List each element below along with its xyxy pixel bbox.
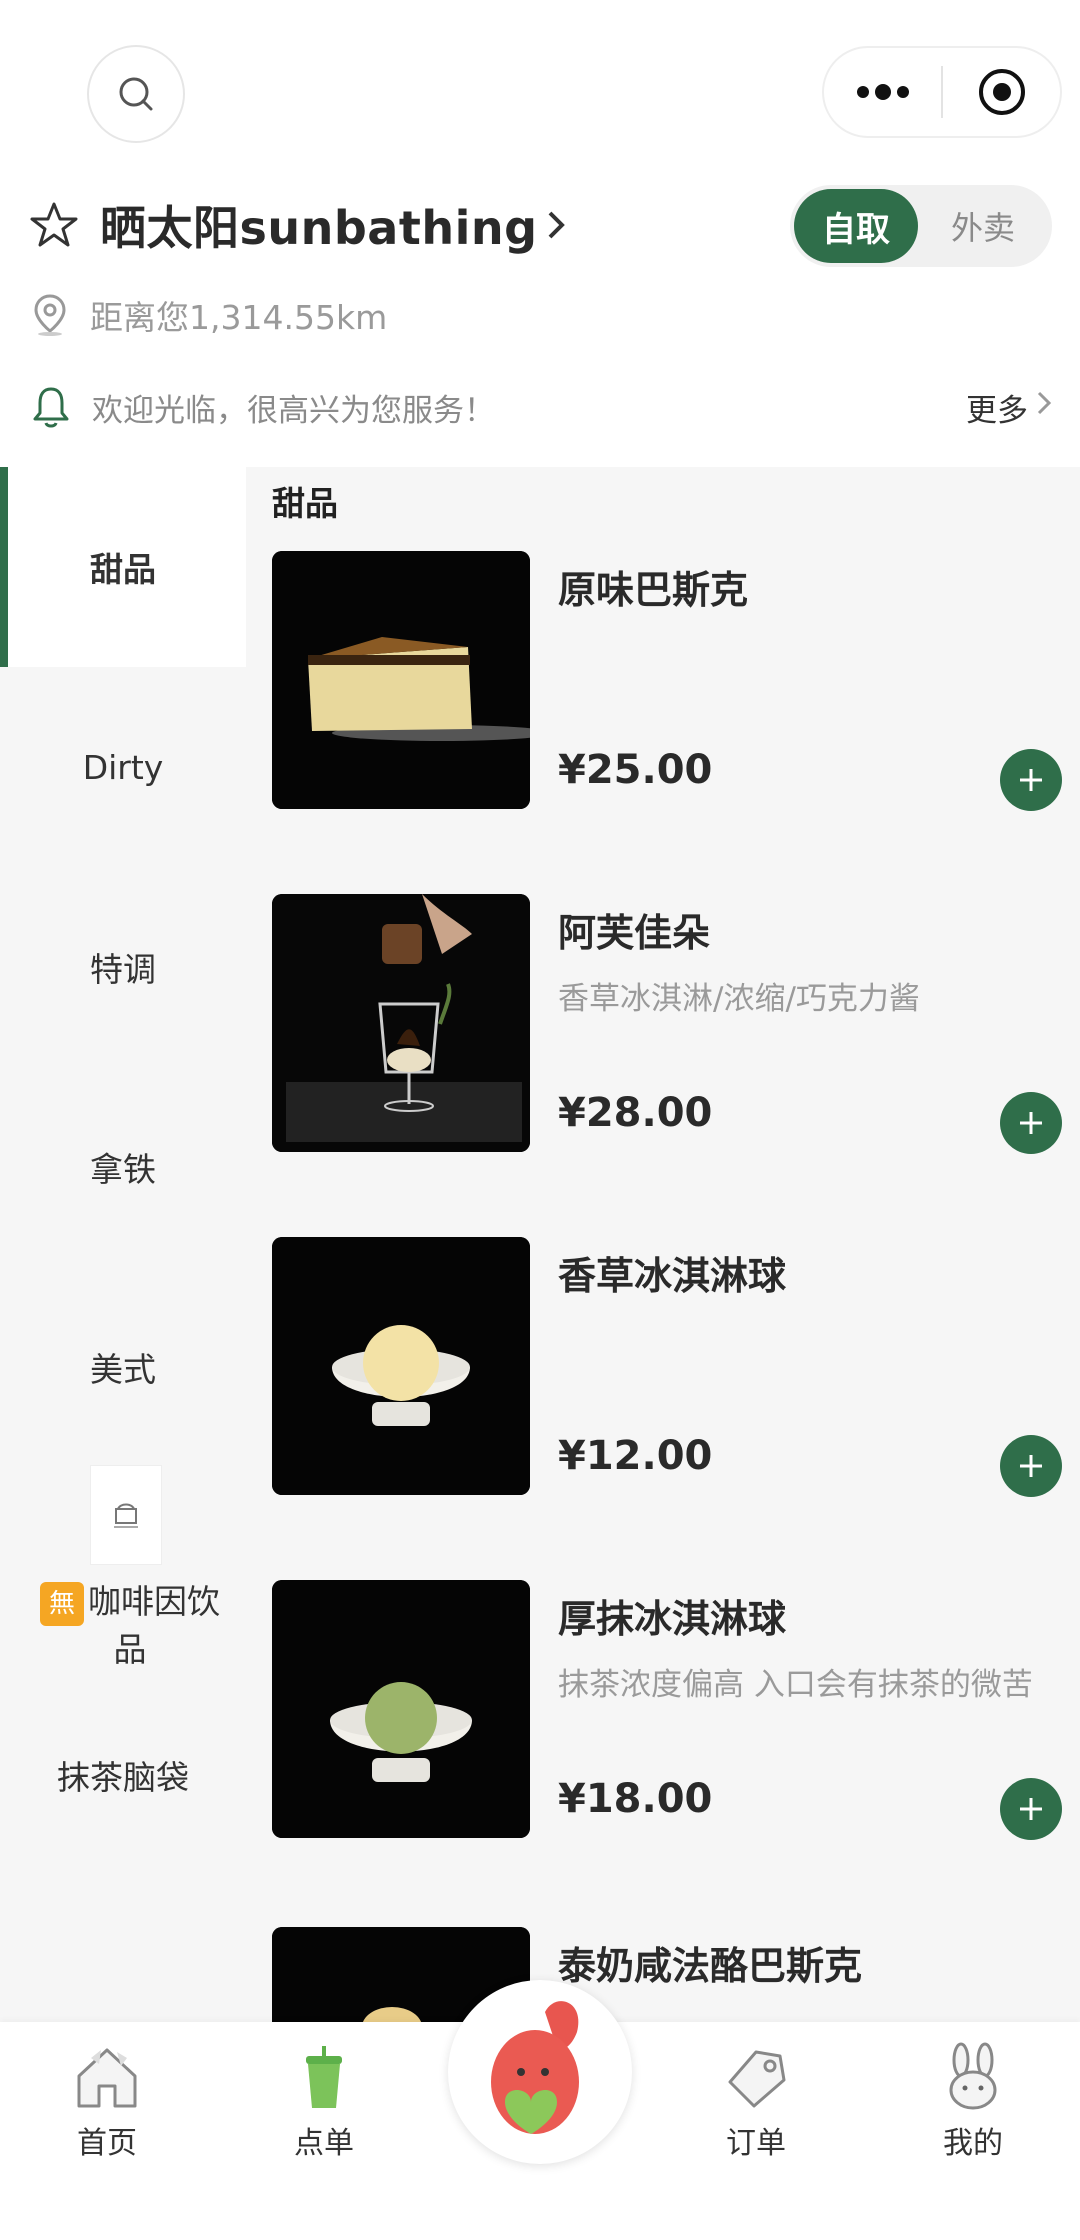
- decaf-badge: 無: [40, 1581, 84, 1626]
- bell-icon: [33, 387, 69, 428]
- tab-mine-label: 我的: [943, 2126, 1003, 2161]
- product-name: 厚抹冰淇淋球: [558, 1597, 787, 1641]
- search-button[interactable]: [87, 45, 185, 143]
- pickup-mode-button[interactable]: 自取: [794, 189, 918, 263]
- favorite-star-icon[interactable]: [30, 201, 78, 249]
- product-image: [272, 894, 530, 1152]
- location-pin-icon: [34, 294, 66, 336]
- store-name[interactable]: 晒太阳sunbathing: [100, 192, 538, 258]
- sidebar-item-latte[interactable]: 拿铁: [0, 1067, 246, 1267]
- add-to-cart-button[interactable]: [1000, 1435, 1062, 1497]
- menu-item[interactable]: 阿芙佳朵 香草冰淇淋/浓缩/巧克力酱 ¥28.00: [272, 894, 1062, 1154]
- logo-sketch-icon: [114, 1503, 138, 1528]
- sidebar-item-matcha[interactable]: 抹茶脑袋: [0, 1675, 246, 1875]
- product-price: ¥25.00: [558, 747, 713, 793]
- close-program-button[interactable]: [943, 48, 1060, 136]
- delivery-mode-button[interactable]: 外卖: [918, 189, 1048, 263]
- more-label: 更多: [966, 392, 1028, 429]
- product-image: [272, 1580, 530, 1838]
- product-name: 泰奶咸法酪巴斯克: [558, 1944, 863, 1988]
- product-price: ¥12.00: [558, 1433, 713, 1479]
- sidebar-item-special[interactable]: 特调: [0, 867, 246, 1067]
- distance-row: 距离您1,314.55km: [32, 290, 387, 340]
- product-description: 香草冰淇淋/浓缩/巧克力酱: [558, 981, 920, 1017]
- tab-mine[interactable]: 我的: [903, 2042, 1043, 2182]
- sidebar-item-label: 咖啡因饮品: [88, 1582, 220, 1669]
- sidebar-item-americano[interactable]: 美式: [0, 1267, 246, 1467]
- tag-icon: [728, 2050, 786, 2108]
- product-name: 香草冰淇淋球: [558, 1254, 787, 1298]
- mascot-center-button[interactable]: [448, 1980, 632, 2164]
- menu-list: 甜品 原味巴斯克 ¥25.00 阿芙佳朵 香草冰淇淋/浓缩/巧克力酱 ¥28.0…: [246, 467, 1080, 2022]
- category-thumbnail-image: [90, 1465, 162, 1565]
- add-to-cart-button[interactable]: [1000, 749, 1062, 811]
- sidebar-item-label: Dirty: [82, 747, 164, 787]
- home-icon: [77, 2048, 137, 2108]
- product-image: [272, 1237, 530, 1495]
- product-price: ¥18.00: [558, 1776, 713, 1822]
- sidebar-item-decaf[interactable]: 無咖啡因饮品: [30, 1578, 230, 1674]
- tab-order-label: 点单: [294, 2126, 354, 2161]
- tab-home-label: 首页: [77, 2126, 137, 2161]
- product-name: 阿芙佳朵: [558, 911, 711, 955]
- product-price: ¥28.00: [558, 1090, 713, 1136]
- menu-item[interactable]: 香草冰淇淋球 ¥12.00: [272, 1237, 1062, 1497]
- menu-item[interactable]: 厚抹冰淇淋球 抹茶浓度偏高 入口会有抹茶的微苦 ¥18.00: [272, 1580, 1062, 1840]
- more-link[interactable]: 更多: [966, 385, 1052, 430]
- sidebar-item-label: 抹茶脑袋: [57, 1758, 189, 1797]
- distance-text: 距离您1,314.55km: [90, 298, 388, 337]
- menu-item[interactable]: 原味巴斯克 ¥25.00: [272, 551, 1062, 811]
- tab-orders[interactable]: 订单: [686, 2042, 826, 2182]
- sidebar-item-label: 特调: [90, 950, 156, 989]
- notice-text: 欢迎光临，很高兴为您服务！: [92, 392, 495, 429]
- menu-item[interactable]: 泰奶咸法酪巴斯克: [272, 1927, 1062, 2022]
- tab-order[interactable]: 点单: [254, 2042, 394, 2182]
- order-mode-toggle: 自取 外卖: [790, 185, 1052, 267]
- more-dots-icon: [856, 84, 909, 100]
- sidebar-item-dessert[interactable]: 甜品: [0, 467, 246, 667]
- mini-program-capsule: [822, 46, 1062, 138]
- product-name: 原味巴斯克: [558, 568, 749, 612]
- sidebar-item-dirty[interactable]: Dirty: [0, 667, 246, 867]
- search-icon: [119, 77, 153, 111]
- bunny-icon: [949, 2042, 997, 2110]
- chevron-right-icon: [1037, 391, 1052, 415]
- sidebar-item-label: 甜品: [90, 550, 156, 589]
- section-title: 甜品: [272, 484, 338, 523]
- notice-bar: 欢迎光临，很高兴为您服务！ 更多: [32, 380, 1052, 434]
- plus-icon: [1020, 1798, 1042, 1820]
- chevron-right-icon: [548, 211, 565, 239]
- rabbit-mascot-icon: [491, 2001, 579, 2134]
- store-header[interactable]: 晒太阳sunbathing: [30, 195, 568, 255]
- add-to-cart-button[interactable]: [1000, 1778, 1062, 1840]
- sidebar-item-label: 美式: [90, 1350, 156, 1389]
- product-description: 抹茶浓度偏高 入口会有抹茶的微苦: [558, 1667, 1033, 1703]
- add-to-cart-button[interactable]: [1000, 1092, 1062, 1154]
- plus-icon: [1020, 1455, 1042, 1477]
- target-icon: [978, 69, 1025, 115]
- product-image: [272, 551, 530, 809]
- plus-icon: [1020, 1112, 1042, 1134]
- plus-icon: [1020, 769, 1042, 791]
- more-options-button[interactable]: [824, 48, 941, 136]
- sidebar-item-label: 拿铁: [90, 1150, 156, 1189]
- tab-home[interactable]: 首页: [37, 2042, 177, 2182]
- tab-orders-label: 订单: [726, 2126, 786, 2161]
- cup-icon: [306, 2046, 342, 2108]
